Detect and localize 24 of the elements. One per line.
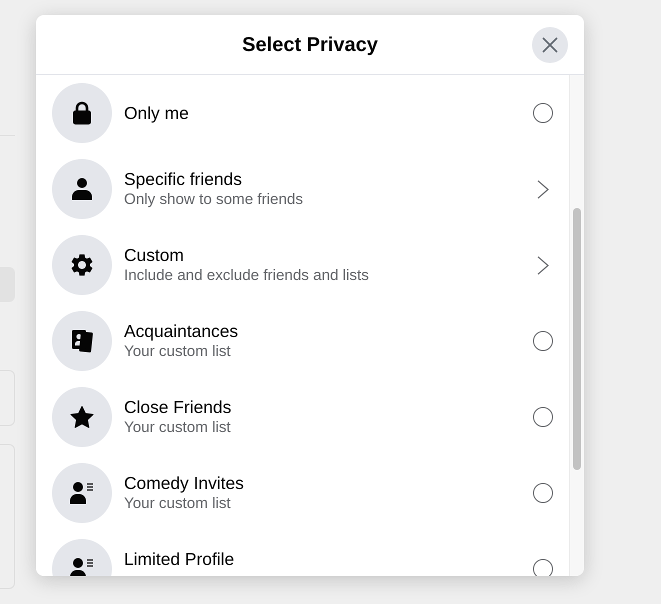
option-description: Only show to some friends (124, 190, 303, 210)
option-title: Custom (124, 244, 184, 266)
close-icon (542, 36, 558, 52)
option-title: Close Friends (124, 396, 232, 418)
scrollbar-thumb[interactable] (573, 208, 581, 470)
option-title: Comedy Invites (124, 472, 244, 494)
option-description: Your custom list (124, 418, 231, 438)
close-button[interactable] (532, 26, 568, 62)
option-title: Specific friends (124, 168, 242, 190)
privacy-option[interactable]: Limited Profile (36, 531, 569, 576)
option-title: Only me (124, 102, 189, 124)
radio-button[interactable] (533, 103, 553, 123)
option-description: Your custom list (124, 494, 231, 514)
radio-button[interactable] (533, 483, 553, 503)
option-title: Acquaintances (124, 320, 238, 342)
option-description: Include and exclude friends and lists (124, 266, 369, 286)
radio-button[interactable] (533, 331, 553, 351)
radio-button[interactable] (533, 407, 553, 427)
dialog-title: Select Privacy (241, 32, 379, 56)
option-description: Your custom list (124, 342, 231, 362)
radio-button[interactable] (533, 559, 553, 576)
chevron-icon (537, 180, 549, 198)
chevron-icon (537, 256, 549, 274)
option-title: Limited Profile (124, 548, 234, 570)
